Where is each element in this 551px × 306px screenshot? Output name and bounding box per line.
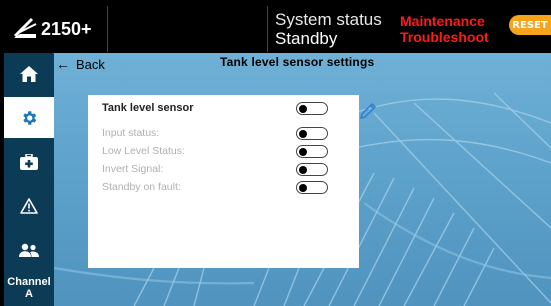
top-bar-spacer [108, 6, 268, 52]
standby-on-fault-toggle[interactable] [296, 181, 328, 194]
standby-on-fault-label: Standby on fault: [102, 181, 181, 193]
toggle-knob [299, 165, 307, 174]
brand: 2150+ [4, 6, 108, 52]
low-level-status-label: Low Level Status: [102, 145, 185, 157]
back-label: Back [76, 56, 105, 72]
alert-list[interactable]: Maintenance Troubleshoot [400, 13, 489, 45]
first-aid-icon [20, 153, 38, 170]
channel-value: A [25, 288, 33, 300]
reset-button[interactable]: RESET [509, 15, 551, 35]
input-status-toggle[interactable] [296, 127, 328, 140]
sidebar: Channel A [4, 53, 54, 306]
system-status-label: System status [275, 10, 382, 29]
standby-on-fault-row: Standby on fault: [102, 181, 359, 197]
system-status: System status Standby [275, 10, 382, 48]
warning-icon [20, 197, 38, 214]
input-status-row: Input status: [102, 127, 359, 143]
users-icon [19, 243, 39, 257]
settings-panel: Tank level sensor Input status: Low Leve… [88, 95, 376, 268]
toggle-knob [299, 104, 307, 113]
tank-level-sensor-label: Tank level sensor [102, 102, 194, 114]
toggle-knob [299, 147, 307, 156]
channel-label: Channel [7, 276, 51, 288]
back-button[interactable]: ← Back [56, 56, 105, 72]
channel-selector[interactable]: Channel A [4, 271, 54, 306]
tank-level-sensor-toggle[interactable] [296, 102, 328, 115]
app-frame: 2150+ System status Standby Maintenance … [0, 0, 551, 306]
sidebar-item-maintenance[interactable] [4, 141, 54, 182]
alert-troubleshoot[interactable]: Troubleshoot [400, 29, 489, 45]
invert-signal-label: Invert Signal: [102, 163, 164, 175]
brand-name: 2150+ [41, 19, 92, 39]
invert-signal-toggle[interactable] [296, 163, 328, 176]
alert-maintenance[interactable]: Maintenance [400, 13, 489, 29]
system-status-value: Standby [275, 29, 338, 48]
sidebar-item-users[interactable] [4, 229, 54, 270]
low-level-status-toggle[interactable] [296, 145, 328, 158]
toggle-knob [299, 129, 307, 138]
back-arrow-icon: ← [56, 56, 70, 72]
low-level-status-row: Low Level Status: [102, 145, 359, 161]
home-icon [20, 65, 38, 82]
page-title: Tank level sensor settings [220, 55, 375, 69]
top-bar: 2150+ System status Standby Maintenance … [4, 6, 551, 52]
sidebar-item-settings[interactable] [4, 97, 54, 138]
gear-icon [23, 110, 37, 125]
sidebar-item-alarms[interactable] [4, 185, 54, 226]
sidebar-item-home[interactable] [4, 53, 54, 94]
toggle-knob [299, 183, 307, 192]
brand-logo-icon [13, 17, 37, 38]
pencil-icon[interactable] [359, 102, 377, 120]
input-status-label: Input status: [102, 127, 160, 139]
invert-signal-row: Invert Signal: [102, 163, 359, 179]
main-content: ← Back Tank level sensor settings Tank l… [54, 53, 551, 306]
tank-level-sensor-row: Tank level sensor [102, 102, 376, 119]
